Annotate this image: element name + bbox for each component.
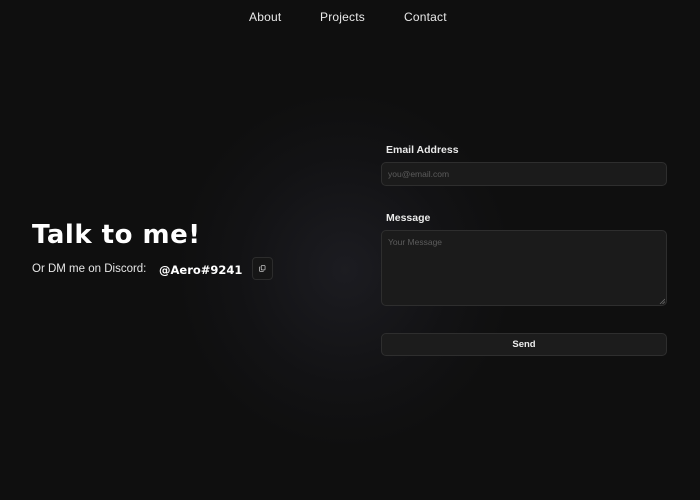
copy-handle-button[interactable] <box>252 257 273 280</box>
email-label: Email Address <box>386 144 459 156</box>
contact-intro: Talk to me! Or DM me on Discord: @Aero#9… <box>32 220 273 280</box>
contact-page: About Projects Contact Talk to me! Or DM… <box>0 0 700 500</box>
discord-label: Or DM me on Discord: <box>32 263 147 275</box>
message-label: Message <box>386 212 431 224</box>
nav-link-projects[interactable]: Projects <box>320 10 365 24</box>
nav-link-about[interactable]: About <box>249 10 281 24</box>
send-button[interactable]: Send <box>381 333 667 356</box>
email-field[interactable] <box>381 162 667 186</box>
nav-link-contact[interactable]: Contact <box>404 10 447 24</box>
copy-icon <box>259 265 266 272</box>
discord-row: Or DM me on Discord: @Aero#9241 <box>32 257 282 283</box>
discord-handle: @Aero#9241 <box>159 263 243 277</box>
message-field[interactable] <box>381 230 667 306</box>
page-title: Talk to me! <box>32 220 201 250</box>
top-nav: About Projects Contact <box>0 10 700 26</box>
